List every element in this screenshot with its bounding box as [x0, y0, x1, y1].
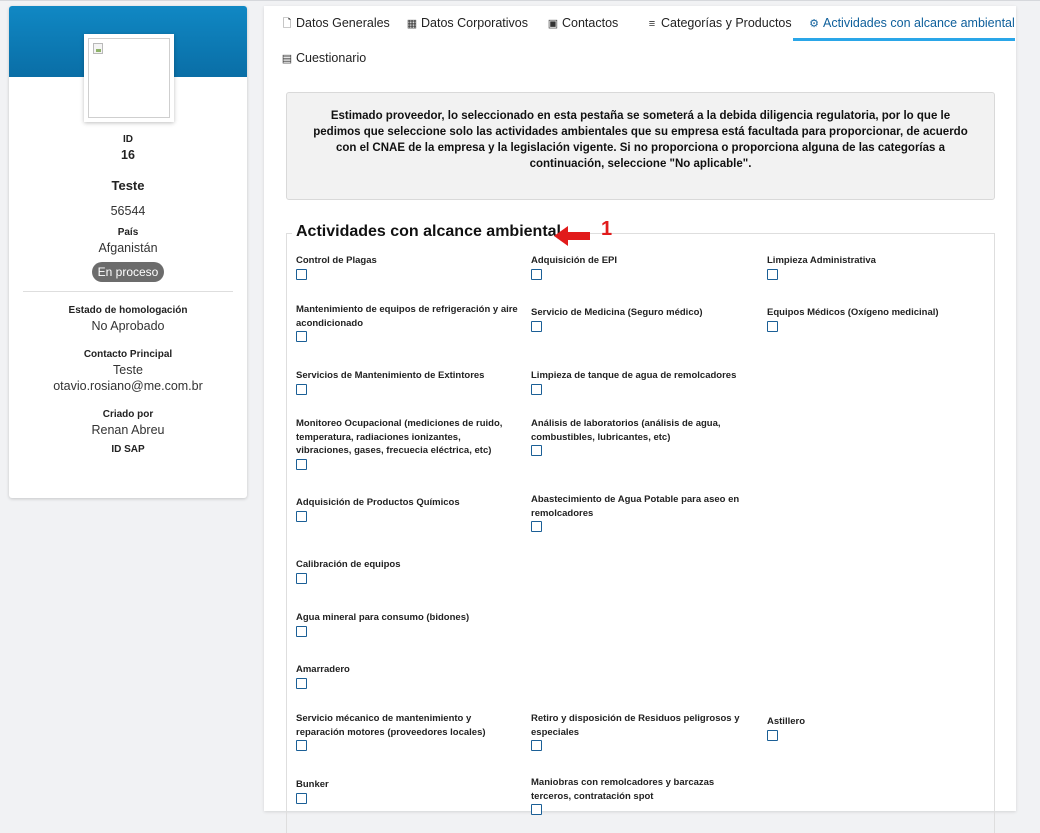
activity-checkbox[interactable] [296, 740, 307, 751]
activity-adquisicion-epi: Adquisición de EPI [531, 254, 753, 280]
tab-categorias-productos[interactable]: ≡ Categorías y Productos [637, 6, 800, 40]
activity-checkbox[interactable] [296, 572, 307, 584]
created-by-label: Criado por [102, 409, 154, 420]
activity-checkbox[interactable] [296, 458, 307, 470]
activity-checkbox[interactable] [296, 331, 307, 342]
activity-limpieza-tanque: Limpieza de tanque de agua de remolcador… [531, 369, 753, 395]
active-tab-indicator [793, 38, 1015, 41]
id-label: ID [123, 134, 133, 145]
activity-mantenimiento-refrigeracion: Mantenimiento de equipos de refrigeració… [296, 303, 518, 342]
activity-checkbox[interactable] [531, 804, 542, 815]
activity-checkbox[interactable] [767, 320, 778, 332]
main-contact-name: Teste [113, 363, 143, 377]
sap-id-label: ID SAP [111, 444, 145, 455]
activity-checkbox[interactable] [531, 268, 542, 280]
activity-checkbox[interactable] [531, 445, 542, 456]
activity-checkbox[interactable] [531, 383, 542, 395]
activity-checkbox[interactable] [531, 740, 542, 751]
contact-card-icon: ▣ [547, 18, 559, 30]
activity-checkbox[interactable] [767, 729, 778, 741]
activity-monitoreo-ocupacional: Monitoreo Ocupacional (mediciones de rui… [296, 417, 518, 470]
supplier-name: Teste [111, 178, 145, 193]
tab-datos-corporativos[interactable]: ▦ Datos Corporativos [397, 6, 536, 40]
activity-amarradero: Amarradero [296, 663, 518, 689]
tab-bar: 🗋 Datos Generales ▦ Datos Corporativos ▣ Co… [264, 6, 1016, 76]
activity-residuos-peligrosos: Retiro y disposición de Residuos peligro… [531, 712, 753, 751]
regulatory-notice: Estimado proveedor, lo seleccionado en e… [286, 92, 995, 200]
activity-servicio-mecanico: Servicio mécanico de mantenimiento y rep… [296, 712, 518, 751]
created-by-value: Renan Abreu [91, 423, 165, 437]
activity-bunker: Bunker [296, 778, 518, 804]
activity-checkbox[interactable] [296, 268, 307, 280]
activity-servicio-medicina: Servicio de Medicina (Seguro médico) [531, 306, 753, 332]
activity-checkbox[interactable] [296, 510, 307, 522]
annotation-arrow-icon [554, 226, 590, 246]
supplier-code: 56544 [110, 204, 146, 218]
activity-calibracion-equipos: Calibración de equipos [296, 558, 518, 584]
tab-datos-generales[interactable]: 🗋 Datos Generales [272, 6, 398, 40]
activity-limpieza-administrativa: Limpieza Administrativa [767, 254, 989, 280]
activity-agua-potable: Abastecimiento de Agua Potable para aseo… [531, 493, 753, 532]
document-icon: 🗋 [282, 18, 292, 30]
homologation-value: No Aprobado [91, 319, 165, 333]
activity-productos-quimicos: Adquisición de Productos Químicos [296, 496, 518, 522]
activity-control-plagas: Control de Plagas [296, 254, 518, 280]
annotation-number: 1 [601, 218, 613, 240]
tab-actividades-ambientales[interactable]: ⚙ Actividades con alcance ambiental [799, 6, 1023, 40]
building-icon: ▦ [406, 18, 418, 30]
activity-mantenimiento-extintores: Servicios de Mantenimiento de Extintores [296, 369, 518, 395]
activity-equipos-medicos: Equipos Médicos (Oxígeno medicinal) [767, 306, 989, 332]
tab-cuestionario[interactable]: ▤ Cuestionario [272, 41, 374, 75]
id-value: 16 [121, 148, 135, 162]
activity-checkbox[interactable] [296, 625, 307, 637]
activity-checkbox[interactable] [296, 677, 307, 689]
activity-checkbox[interactable] [296, 383, 307, 395]
section-title: Actividades con alcance ambiental [292, 219, 565, 245]
avatar [84, 34, 174, 122]
main-panel: 🗋 Datos Generales ▦ Datos Corporativos ▣ Co… [264, 6, 1016, 833]
activity-checkbox[interactable] [296, 792, 307, 804]
tab-contactos[interactable]: ▣ Contactos [538, 6, 626, 40]
activity-maniobras-remolcadores: Maniobras con remolcadores y barcazas te… [531, 776, 753, 815]
broken-image-icon [93, 43, 103, 54]
main-contact-email: otavio.rosiano@me.com.br [53, 379, 203, 393]
list-tree-icon: ≡ [648, 18, 656, 30]
gear-icon: ⚙ [809, 18, 819, 30]
country-value: Afganistán [98, 241, 158, 255]
top-border [0, 0, 1040, 1]
activity-checkbox[interactable] [531, 320, 542, 332]
supplier-profile-card: ID 16 Teste 56544 País Afganistán En pro… [9, 6, 247, 498]
activity-agua-mineral: Agua mineral para consumo (bidones) [296, 611, 518, 637]
country-label: País [117, 227, 139, 238]
main-contact-label: Contacto Principal [83, 349, 173, 360]
status-badge: En proceso [91, 262, 165, 282]
list-icon: ▤ [281, 53, 293, 65]
homologation-label: Estado de homologación [68, 305, 188, 316]
activity-checkbox[interactable] [531, 521, 542, 532]
activity-checkbox[interactable] [767, 268, 778, 280]
activity-analisis-laboratorios: Análisis de laboratorios (análisis de ag… [531, 417, 753, 456]
divider [23, 291, 233, 292]
activity-astillero: Astillero [767, 715, 989, 741]
